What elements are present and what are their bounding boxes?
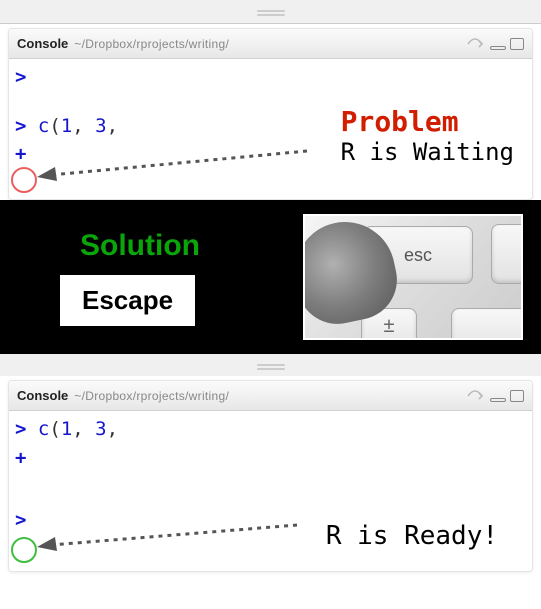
arrow-annotation [37, 521, 307, 557]
ready-text: R is Ready! [326, 521, 498, 551]
ready-annotation: R is Ready! [326, 521, 498, 551]
console-title: Console [17, 388, 68, 403]
problem-heading: Problem [341, 105, 514, 138]
arrow-annotation [37, 147, 317, 187]
console-panel-ready: Console ~/Dropbox/rprojects/writing/ > c… [8, 380, 533, 572]
window-controls[interactable] [490, 38, 524, 50]
minimize-icon[interactable] [490, 46, 506, 50]
console-path: ~/Dropbox/rprojects/writing/ [74, 389, 229, 403]
console-body[interactable]: > c(1, 3, + > R is Ready! [9, 411, 532, 571]
console-path: ~/Dropbox/rprojects/writing/ [74, 37, 229, 51]
minimize-icon[interactable] [490, 398, 506, 402]
separator-bar [0, 354, 541, 376]
key-bottom-right [451, 308, 523, 340]
keyboard-photo: esc ± [303, 214, 523, 340]
console-panel-problem: Console ~/Dropbox/rprojects/writing/ > >… [8, 28, 533, 200]
share-icon[interactable] [466, 37, 484, 51]
continuation-prompt: + [15, 444, 524, 473]
problem-annotation: Problem R is Waiting [341, 105, 514, 166]
console-header: Console ~/Dropbox/rprojects/writing/ [9, 29, 532, 59]
key-right [491, 224, 523, 284]
top-chrome-bar [0, 0, 541, 24]
grip-icon [257, 8, 285, 16]
console-title: Console [17, 36, 68, 51]
console-header: Console ~/Dropbox/rprojects/writing/ [9, 381, 532, 411]
solution-band: Solution Escape esc ± [0, 200, 541, 354]
maximize-icon[interactable] [510, 38, 524, 50]
problem-subtitle: R is Waiting [341, 138, 514, 166]
solution-heading: Solution [80, 229, 200, 263]
maximize-icon[interactable] [510, 390, 524, 402]
console-body[interactable]: > > c(1, 3, + Problem R is Waiting [9, 59, 532, 199]
highlight-circle-green [11, 537, 37, 563]
highlight-circle-red [11, 167, 37, 193]
window-controls[interactable] [490, 390, 524, 402]
share-icon[interactable] [466, 389, 484, 403]
escape-label: Escape [60, 275, 195, 326]
code-input-line: > c(1, 3, [15, 415, 524, 444]
grip-icon [257, 362, 285, 370]
